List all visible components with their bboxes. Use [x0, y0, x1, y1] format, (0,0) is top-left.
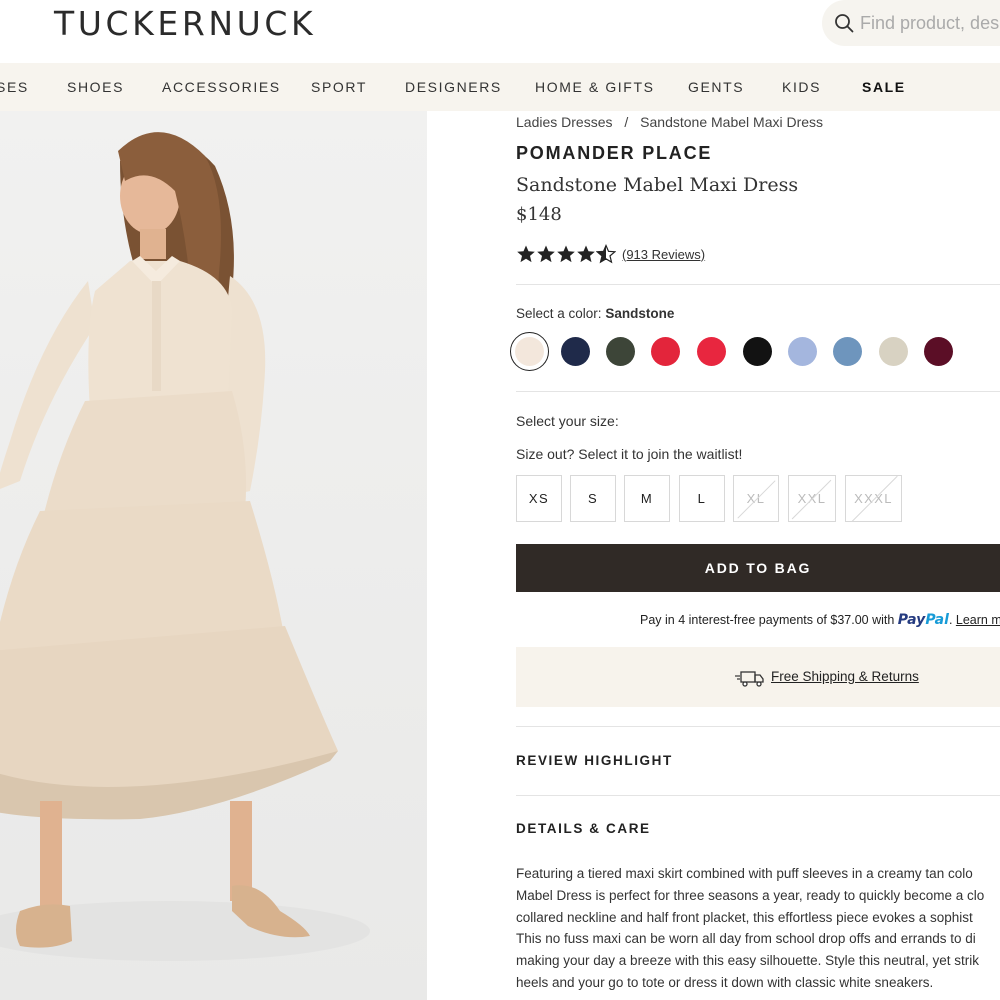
delivery-truck-icon	[735, 671, 764, 687]
half-star-icon	[596, 244, 616, 264]
paypal-logo: PayPal	[898, 612, 949, 628]
divider	[516, 284, 1000, 285]
color-swatch[interactable]	[833, 337, 862, 366]
divider	[516, 391, 1000, 392]
search-bar[interactable]	[822, 0, 1000, 46]
site-logo[interactable]: TUCKERNUCK	[54, 4, 316, 43]
star-icon	[517, 245, 535, 263]
nav-item-accessories[interactable]: ACCESSORIES	[162, 79, 281, 95]
reviews-link[interactable]: (913 Reviews)	[622, 247, 705, 262]
product-price: $148	[516, 204, 562, 225]
breadcrumb-parent[interactable]: Ladies Dresses	[516, 114, 613, 130]
search-icon	[835, 14, 854, 33]
divider	[516, 726, 1000, 727]
review-highlight-heading[interactable]: REVIEW HIGHLIGHT	[516, 753, 673, 768]
nav-item-shoes[interactable]: SHOES	[67, 79, 124, 95]
description-line: Featuring a tiered maxi skirt combined w…	[516, 866, 973, 881]
description-line: Mabel Dress is perfect for three seasons…	[516, 887, 985, 903]
rating[interactable]: (913 Reviews)	[516, 244, 705, 264]
color-swatch[interactable]	[879, 337, 908, 366]
size-xxxl-button[interactable]: XXXL	[845, 475, 902, 522]
color-swatch[interactable]	[788, 337, 817, 366]
product-description: Featuring a tiered maxi skirt combined w…	[516, 863, 1000, 994]
color-swatch[interactable]	[924, 337, 953, 366]
size-label: Select your size:	[516, 413, 619, 429]
main-nav: SES SHOES ACCESSORIES SPORT DESIGNERS HO…	[0, 63, 1000, 111]
search-input[interactable]	[860, 12, 1000, 34]
color-swatch[interactable]	[697, 337, 726, 366]
size-xs-button[interactable]: XS	[516, 475, 562, 522]
star-icon	[537, 245, 555, 263]
free-shipping-link[interactable]: Free Shipping & Returns	[771, 669, 919, 684]
size-m-button[interactable]: M	[624, 475, 670, 522]
nav-item-dresses[interactable]: SES	[0, 79, 29, 95]
paypal-logo-pay: Pay	[897, 612, 926, 628]
color-swatch[interactable]	[743, 337, 772, 366]
brand-name[interactable]: POMANDER PLACE	[516, 143, 712, 164]
shipping-banner: Free Shipping & Returns	[516, 647, 1000, 707]
divider	[516, 795, 1000, 796]
color-swatch[interactable]	[515, 337, 544, 366]
color-swatch[interactable]	[561, 337, 590, 366]
breadcrumb: Ladies Dresses / Sandstone Mabel Maxi Dr…	[516, 114, 823, 130]
add-to-bag-button[interactable]: ADD TO BAG	[516, 544, 1000, 592]
star-icon	[577, 245, 595, 263]
size-s-button[interactable]: S	[570, 475, 616, 522]
breadcrumb-separator: /	[624, 114, 629, 130]
star-icon	[557, 245, 575, 263]
color-label: Select a color: Sandstone	[516, 306, 674, 321]
breadcrumb-current: Sandstone Mabel Maxi Dress	[640, 114, 824, 130]
size-l-button[interactable]: L	[679, 475, 725, 522]
size-xl-button[interactable]: XL	[733, 475, 779, 522]
color-label-text: Select a color:	[516, 306, 602, 321]
color-swatch[interactable]	[606, 337, 635, 366]
nav-item-designers[interactable]: DESIGNERS	[405, 79, 502, 95]
selected-color: Sandstone	[605, 306, 675, 321]
nav-item-sale[interactable]: SALE	[862, 79, 906, 95]
nav-item-gents[interactable]: GENTS	[688, 79, 744, 95]
color-swatch[interactable]	[651, 337, 680, 366]
nav-item-home-gifts[interactable]: HOME & GIFTS	[535, 79, 655, 95]
model-illustration	[0, 132, 370, 961]
product-image[interactable]	[0, 111, 427, 1000]
description-line: heels and your go to tote or dress it do…	[516, 974, 934, 990]
size-xxl-button[interactable]: XXL	[788, 475, 836, 522]
nav-item-sport[interactable]: SPORT	[311, 79, 367, 95]
size-waitlist-note: Size out? Select it to join the waitlist…	[516, 446, 743, 462]
description-line: collared neckline and half front placket…	[516, 909, 973, 925]
paypal-learn-more-link[interactable]: Learn m	[956, 613, 1000, 627]
details-care-heading[interactable]: DETAILS & CARE	[516, 821, 651, 836]
product-title: Sandstone Mabel Maxi Dress	[516, 174, 799, 196]
description-line: making your day a breeze with this easy …	[516, 953, 979, 969]
paypal-message: Pay in 4 interest-free payments of $37.0…	[640, 612, 1000, 628]
paypal-logo-pal: Pal	[925, 612, 949, 628]
description-line: This no fuss maxi can be worn all day fr…	[516, 931, 976, 947]
nav-item-kids[interactable]: KIDS	[782, 79, 821, 95]
paypal-text: Pay in 4 interest-free payments of $37.0…	[640, 613, 895, 627]
